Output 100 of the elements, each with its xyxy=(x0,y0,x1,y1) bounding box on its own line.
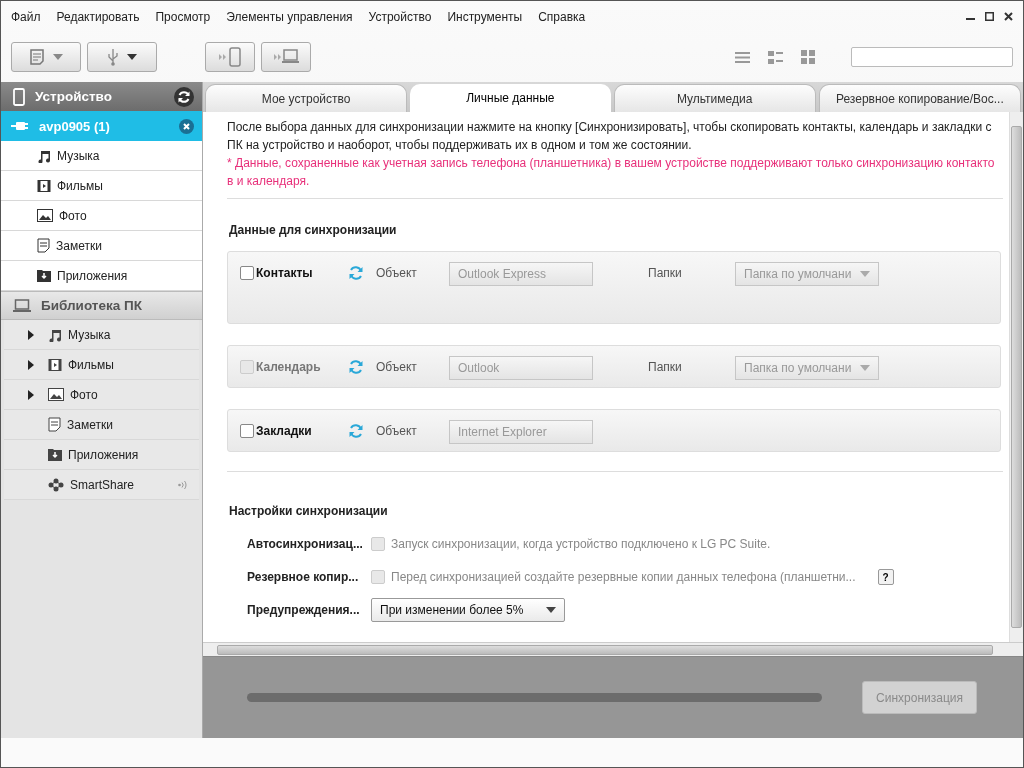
device-section-header[interactable]: Устройство xyxy=(1,82,202,111)
checkbox[interactable] xyxy=(240,266,254,280)
tab[interactable]: Мое устройство xyxy=(205,84,408,112)
sidebar-item[interactable]: Заметки xyxy=(4,410,199,440)
send-to-pc-button[interactable] xyxy=(261,42,311,72)
grid-view-icon[interactable] xyxy=(801,50,815,64)
folder-label: Папки xyxy=(648,359,683,376)
menu-item[interactable]: Устройство xyxy=(368,9,438,24)
note-icon xyxy=(37,238,50,253)
music-note-icon xyxy=(48,327,62,342)
sidebar-item[interactable]: Фото xyxy=(4,380,199,410)
usb-dropdown-button[interactable] xyxy=(87,42,157,72)
film-strip-icon xyxy=(48,357,62,372)
sidebar-item[interactable]: Приложения xyxy=(4,440,199,470)
item-label: Фильмы xyxy=(68,357,115,372)
menu-item[interactable]: Просмотр xyxy=(155,9,217,24)
setting-label: Предупреждения... xyxy=(247,603,361,617)
sidebar-item[interactable]: Фильмы xyxy=(1,171,202,201)
send-to-phone-button[interactable] xyxy=(205,42,255,72)
expand-arrow-icon[interactable] xyxy=(28,389,34,400)
tab[interactable]: Личные данные xyxy=(410,84,611,112)
section-title: Библиотека ПК xyxy=(41,298,142,313)
usb-plug-icon xyxy=(11,121,29,131)
maximize-icon[interactable] xyxy=(985,12,994,21)
item-label: Музыка xyxy=(57,148,100,163)
document-dropdown-button[interactable] xyxy=(11,42,81,72)
warning-dropdown[interactable]: При изменении более 5% xyxy=(371,598,565,622)
phone-transfer-icon xyxy=(217,47,243,67)
music-note-icon xyxy=(37,148,51,163)
setting-text: Запуск синхронизации, когда устройство подключено к LG PC Suite. xyxy=(391,537,771,551)
section-title: Устройство xyxy=(35,89,113,104)
note-text: * Данные, сохраненные как учетная запись телефона (планшетника) в вашем устройстве поддерживают только синхронизацию контактов и календаря. xyxy=(227,155,996,190)
download-folder-icon xyxy=(37,269,51,282)
tab[interactable]: Мультимедиа xyxy=(613,84,816,112)
setting-text: Перед синхронизацией создайте резервные копии данных телефона (планшетни... xyxy=(391,570,856,584)
setting-label: Резервное копир... xyxy=(247,570,360,584)
item-label: Фото xyxy=(59,208,87,223)
item-label: Музыка xyxy=(68,327,112,342)
sync-icon[interactable] xyxy=(348,265,364,281)
caret-icon xyxy=(860,365,870,371)
item-label: Приложения xyxy=(57,268,128,283)
film-strip-icon xyxy=(37,178,51,193)
checkbox[interactable] xyxy=(240,424,254,438)
phone-icon xyxy=(13,87,25,106)
caret-icon xyxy=(53,54,63,60)
setting-label: Автосинхронизац... xyxy=(247,537,364,551)
menu-item[interactable]: Редактировать xyxy=(56,9,146,24)
signal-waves-icon xyxy=(178,479,187,490)
image-icon xyxy=(37,209,53,222)
menu-item[interactable]: Файл xyxy=(11,9,47,24)
object-label: Объект xyxy=(376,265,418,282)
item-label: Календарь xyxy=(256,359,322,376)
sidebar-item[interactable]: Заметки xyxy=(1,231,202,261)
image-icon xyxy=(48,388,64,401)
item-label: Заметки xyxy=(56,238,102,253)
refresh-icon[interactable] xyxy=(174,86,194,107)
sidebar-item[interactable]: Музыка xyxy=(4,320,199,350)
sidebar-item[interactable]: Приложения xyxy=(1,261,202,291)
tab[interactable]: Резервное копирование/Вос... xyxy=(818,84,1021,112)
close-icon[interactable] xyxy=(179,118,194,134)
folder-label: Папки xyxy=(648,265,683,282)
laptop-icon xyxy=(13,298,31,313)
sidebar-item[interactable]: Фильмы xyxy=(4,350,199,380)
library-section-header[interactable]: Библиотека ПК xyxy=(1,291,202,320)
list-view-icon[interactable] xyxy=(735,50,750,64)
item-label: Закладки xyxy=(256,423,313,440)
item-label: Приложения xyxy=(68,447,140,462)
note-icon xyxy=(48,417,61,432)
detail-view-icon[interactable] xyxy=(768,50,783,64)
sidebar-item[interactable]: Музыка xyxy=(1,141,202,171)
laptop-transfer-icon xyxy=(272,48,300,66)
search-field[interactable] xyxy=(851,47,1013,67)
horizontal-scrollbar[interactable] xyxy=(203,642,1023,656)
caret-icon xyxy=(546,607,556,613)
download-folder-icon xyxy=(48,448,62,461)
sidebar-item[interactable]: SmartShare xyxy=(4,470,199,500)
caret-icon xyxy=(860,271,870,277)
caret-icon xyxy=(127,54,137,60)
sync-icon[interactable] xyxy=(348,423,364,439)
menu-item[interactable]: Элементы управления xyxy=(226,9,359,24)
usb-icon xyxy=(107,48,119,66)
menu-item[interactable]: Справка xyxy=(538,9,592,24)
object-label: Объект xyxy=(376,423,418,440)
menu-item[interactable]: Инструменты xyxy=(447,9,529,24)
item-label: Фото xyxy=(70,387,99,402)
item-label: Контакты xyxy=(256,265,314,282)
vertical-scrollbar[interactable] xyxy=(1009,112,1023,642)
item-label: Заметки xyxy=(67,417,114,432)
section-heading: Настройки синхронизации xyxy=(229,504,389,518)
section-heading: Данные для синхронизации xyxy=(229,223,398,237)
document-icon xyxy=(29,49,45,65)
expand-arrow-icon[interactable] xyxy=(28,359,34,370)
share-nodes-icon xyxy=(48,477,64,492)
close-icon[interactable] xyxy=(1004,12,1013,21)
intro-text: После выбора данных для синхронизации нажмите на кнопку [Синхронизировать], чтобы скопировать контакты, календарь и закладки с ПК на устройство и наоборот, чтобы поддерживать их в одном и том же состоянии. xyxy=(227,119,993,154)
item-label: SmartShare xyxy=(70,477,136,492)
expand-arrow-icon[interactable] xyxy=(28,329,34,340)
sidebar-item[interactable]: Фото xyxy=(1,201,202,231)
item-label: Фильмы xyxy=(57,178,103,193)
object-label: Объект xyxy=(376,359,418,376)
